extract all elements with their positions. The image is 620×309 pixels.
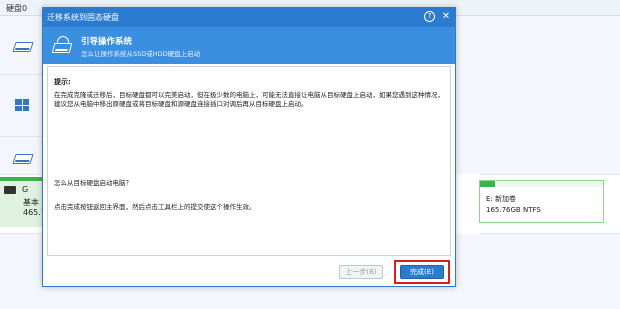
disk-badge: G — [22, 185, 29, 194]
help-icon[interactable]: ? — [424, 11, 435, 22]
disk-type-label: 基本 — [23, 198, 39, 207]
partition-size: 165.76GB NTFS — [486, 206, 541, 214]
boot-instruction: 点击完成按钮返回主界面，然后点击工具栏上的提交使这个操作生效。 — [54, 203, 256, 211]
partition-usage-track — [480, 181, 603, 187]
tip-panel: 提示: 在完成克隆或迁移后，目标硬盘都可以完美启动，但在极少数的电脑上，可能无法… — [47, 66, 451, 256]
windows-icon — [15, 99, 29, 111]
partition-usage-fill — [480, 181, 495, 187]
disk-map-gap — [456, 174, 480, 234]
dialog-title-bar: 迁移系统到固态硬盘 ? ✕ — [43, 8, 455, 27]
banner-subheading: 怎么让操作系统从SSD或HDD硬盘上启动 — [81, 50, 201, 58]
drive-icon — [12, 154, 34, 164]
finish-button[interactable]: 完成(E) — [400, 265, 444, 279]
back-button[interactable]: 上一步(B) — [339, 265, 383, 279]
close-icon[interactable]: ✕ — [440, 10, 452, 23]
tip-title: 提示: — [54, 78, 71, 86]
disk-basic-tile[interactable]: G 基本 465.7 — [0, 177, 46, 227]
hdd-icon — [4, 186, 16, 194]
sidebar-os-item[interactable] — [14, 96, 34, 114]
disk-usage-bar — [0, 177, 42, 181]
partition-name: E: 新加卷 — [486, 195, 517, 203]
step-banner: 引导操作系统 怎么让操作系统从SSD或HDD硬盘上启动 — [43, 27, 455, 64]
drive-icon — [12, 42, 34, 52]
left-toolbar — [0, 16, 42, 309]
disk-header-title: 硬盘0 — [6, 4, 28, 13]
dialog-title: 迁移系统到固态硬盘 — [47, 13, 119, 22]
boot-disk-icon — [51, 36, 73, 54]
divider — [0, 74, 42, 75]
banner-heading: 引导操作系统 — [81, 37, 133, 47]
sidebar-disk-item-1[interactable] — [12, 38, 34, 56]
divider — [0, 136, 42, 137]
partition-e-tile[interactable]: E: 新加卷 165.76GB NTFS — [479, 180, 604, 223]
tip-body: 在完成克隆或迁移后，目标硬盘都可以完美启动，但在极少数的电脑上，可能无法直接让电… — [54, 91, 444, 108]
migrate-os-dialog: 迁移系统到固态硬盘 ? ✕ 引导操作系统 怎么让操作系统从SSD或HDD硬盘上启… — [42, 7, 456, 287]
boot-question: 怎么从目标硬盘启动电脑？ — [54, 179, 132, 187]
sidebar-disk-item-2[interactable] — [12, 150, 34, 168]
